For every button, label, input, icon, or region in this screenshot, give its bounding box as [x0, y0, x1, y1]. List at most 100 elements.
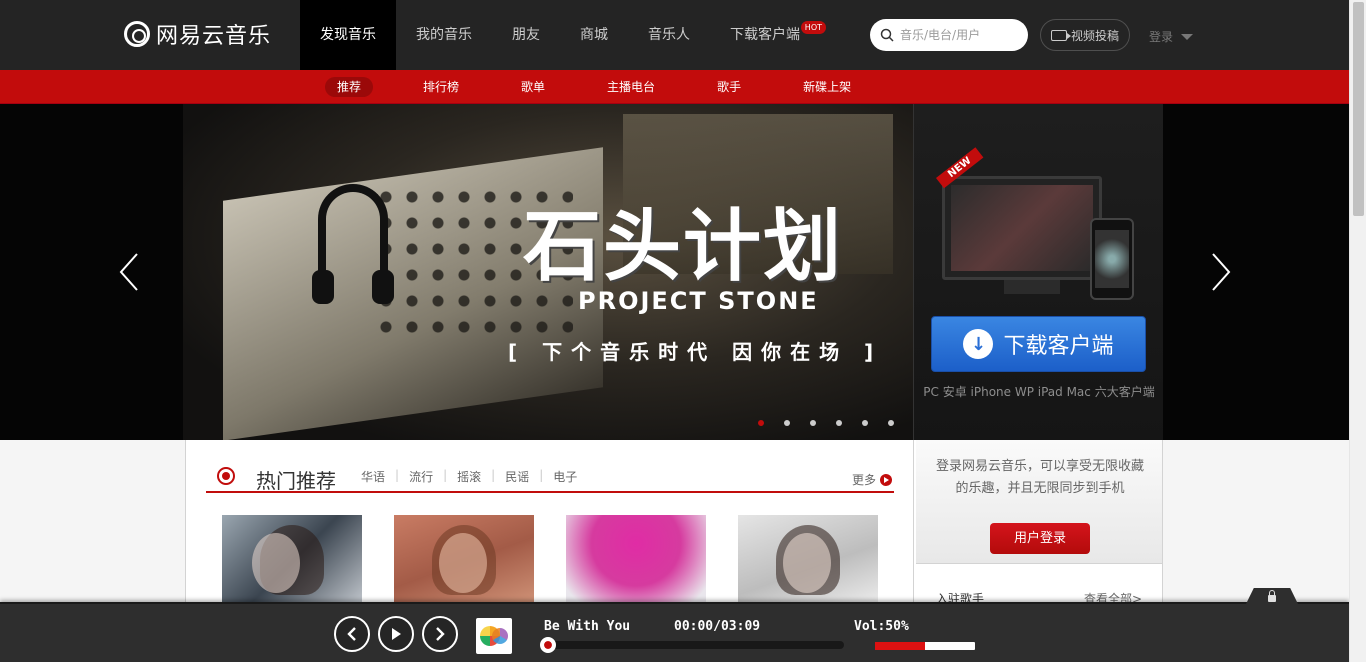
subnav-radio[interactable]: 主播电台 — [595, 77, 667, 97]
banner-dots — [758, 420, 913, 426]
top-header: 网易云音乐 发现音乐 我的音乐 朋友 商城 音乐人 下载客户端 HOT 视频投稿… — [0, 0, 1349, 70]
player-lock-tab[interactable] — [1246, 588, 1298, 604]
nav-label: 发现音乐 — [320, 27, 376, 43]
headphone-image — [312, 184, 394, 304]
prev-button[interactable] — [334, 616, 370, 652]
circle-dot-icon — [217, 467, 235, 485]
section-title: 热门推荐 — [256, 469, 336, 493]
sidebar: 登录网易云音乐，可以享受无限收藏的乐趣，并且无限同步到手机 用户登录 入驻歌手 … — [913, 440, 1163, 610]
hot-recommend-header: 热门推荐 华语 | 流行 | 摇滚 | 民谣 | 电子 更多 — [206, 465, 894, 493]
nav-label: 音乐人 — [648, 27, 690, 43]
nav-label: 我的音乐 — [416, 27, 472, 43]
nav-label: 下载客户端 — [730, 27, 800, 43]
hot-badge: HOT — [800, 21, 826, 34]
arrow-right-icon — [880, 473, 892, 486]
video-camera-icon — [1050, 29, 1071, 41]
playlist-cover[interactable] — [222, 515, 362, 610]
video-upload-button[interactable]: 视频投稿 — [1040, 19, 1130, 51]
nav-discover[interactable]: 发现音乐 — [300, 0, 396, 70]
banner-title: 石头计划 — [523, 201, 844, 292]
logo[interactable]: 网易云音乐 — [124, 19, 271, 49]
subnav-artists[interactable]: 歌手 — [705, 77, 753, 97]
chevron-left-icon — [347, 627, 356, 641]
genre-tab[interactable]: 摇滚 — [457, 468, 481, 485]
subnav-new-albums[interactable]: 新碟上架 — [791, 77, 863, 97]
banner-dot[interactable] — [862, 420, 868, 426]
login-box: 登录网易云音乐，可以享受无限收藏的乐趣，并且无限同步到手机 用户登录 — [916, 440, 1162, 564]
album-thumbnail[interactable] — [476, 618, 512, 654]
search-input[interactable] — [900, 28, 1020, 42]
play-time: 00:00/03:09 — [674, 619, 761, 634]
upload-label: 视频投稿 — [1070, 28, 1119, 43]
download-panel: NEW ↓ 下载客户端 PC 安卓 iPhone WP iPad Mac 六大客… — [913, 104, 1163, 440]
divider: | — [539, 468, 544, 482]
nav-label: 朋友 — [512, 27, 540, 43]
platforms-text: PC 安卓 iPhone WP iPad Mac 六大客户端 — [923, 385, 1155, 399]
desktop-device-image — [942, 176, 1102, 280]
banner-next-arrow[interactable] — [1209, 252, 1233, 292]
logo-text: 网易云音乐 — [156, 24, 272, 49]
banner-dot[interactable] — [888, 420, 894, 426]
chevron-right-icon — [1212, 253, 1231, 291]
playlist-cover[interactable] — [566, 515, 706, 610]
more-label: 更多 — [851, 473, 876, 487]
banner-image[interactable]: 石头计划 PROJECT STONE [ 下个音乐时代 因你在场 ] — [183, 104, 913, 440]
player-bar: Be With You 00:00/03:09 Vol:50% — [0, 588, 1349, 662]
sub-nav: 推荐 排行榜 歌单 主播电台 歌手 新碟上架 — [0, 70, 1349, 104]
banner: 石头计划 PROJECT STONE [ 下个音乐时代 因你在场 ] NEW ↓… — [0, 104, 1349, 440]
page-scrollbar[interactable] — [1349, 0, 1366, 662]
subnav-recommend[interactable]: 推荐 — [325, 77, 374, 97]
divider: | — [491, 468, 496, 482]
chevron-left-icon — [119, 253, 138, 291]
playlist-cover[interactable] — [394, 515, 534, 610]
search-icon — [880, 28, 894, 42]
banner-prev-arrow[interactable] — [117, 252, 141, 292]
genre-tab[interactable]: 电子 — [553, 468, 577, 485]
banner-dot[interactable] — [836, 420, 842, 426]
login-prompt: 登录网易云音乐，可以享受无限收藏的乐趣，并且无限同步到手机 — [935, 459, 1144, 496]
volume-slider[interactable] — [875, 642, 975, 650]
nav-musician[interactable]: 音乐人 — [628, 0, 710, 70]
login-link[interactable]: 登录 — [1149, 28, 1194, 45]
user-login-button[interactable]: 用户登录 — [990, 523, 1090, 554]
nav-my-music[interactable]: 我的音乐 — [396, 0, 492, 70]
playlist-cover[interactable] — [738, 515, 878, 610]
genre-tab[interactable]: 流行 — [409, 468, 433, 485]
play-button[interactable] — [378, 616, 414, 652]
device-stand — [1004, 280, 1060, 294]
caret-down-icon — [1181, 33, 1194, 40]
banner-dot[interactable] — [758, 420, 764, 426]
more-link[interactable]: 更多 — [852, 471, 892, 488]
banner-dot[interactable] — [810, 420, 816, 426]
subnav-playlists[interactable]: 歌单 — [509, 77, 557, 97]
genre-tab[interactable]: 民谣 — [505, 468, 529, 485]
genre-tabs: 华语 | 流行 | 摇滚 | 民谣 | 电子 — [361, 468, 577, 485]
progress-bar[interactable] — [540, 637, 844, 653]
main-nav: 发现音乐 我的音乐 朋友 商城 音乐人 下载客户端 HOT — [300, 0, 830, 70]
next-button[interactable] — [422, 616, 458, 652]
divider: | — [395, 468, 400, 482]
banner-dot[interactable] — [784, 420, 790, 426]
nav-friends[interactable]: 朋友 — [492, 0, 560, 70]
download-client-button[interactable]: ↓ 下载客户端 — [931, 316, 1146, 372]
scrollbar-thumb[interactable] — [1353, 2, 1364, 216]
login-label: 登录 — [1149, 30, 1174, 44]
nav-store[interactable]: 商城 — [560, 0, 628, 70]
song-title: Be With You — [544, 619, 631, 634]
nav-label: 商城 — [580, 27, 608, 43]
download-label: 下载客户端 — [1003, 334, 1114, 359]
progress-knob[interactable] — [540, 637, 556, 653]
lock-icon — [1268, 589, 1276, 602]
search-box[interactable] — [870, 19, 1028, 51]
play-icon — [392, 628, 401, 640]
volume-fill — [875, 642, 925, 650]
genre-tab[interactable]: 华语 — [361, 468, 385, 485]
volume-label: Vol:50% — [854, 619, 909, 634]
netease-logo-icon — [124, 21, 150, 47]
banner-subtitle: PROJECT STONE — [578, 287, 819, 315]
nav-download[interactable]: 下载客户端 HOT — [710, 0, 830, 70]
download-icon: ↓ — [963, 329, 994, 359]
banner-tagline: [ 下个音乐时代 因你在场 ] — [508, 340, 883, 364]
subnav-charts[interactable]: 排行榜 — [411, 77, 471, 97]
phone-device-image — [1090, 218, 1134, 300]
